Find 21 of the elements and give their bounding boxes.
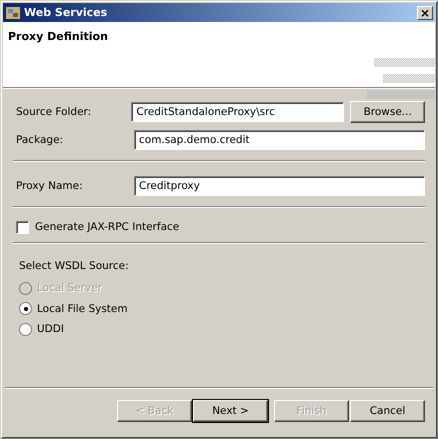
- radio-button[interactable]: [19, 322, 32, 336]
- text-field[interactable]: com.sap.demo.credit: [134, 130, 425, 150]
- wizard-button[interactable]: Next >: [193, 400, 268, 422]
- text-field[interactable]: Creditproxy: [134, 176, 425, 196]
- field-label: Proxy Name:: [15, 180, 84, 192]
- checkbox[interactable]: [16, 220, 29, 234]
- radio-label: Local File System: [37, 302, 128, 315]
- window-title: Web Services: [24, 6, 108, 19]
- radio-label: UDDI: [37, 323, 64, 336]
- wizard-button[interactable]: Cancel: [350, 400, 425, 422]
- checkbox-label: Generate JAX-RPC Interface: [35, 221, 180, 233]
- text-field[interactable]: CreditStandaloneProxy\src: [131, 102, 344, 122]
- browse-button[interactable]: Browse...: [350, 101, 425, 123]
- group-label: Select WSDL Source:: [19, 260, 130, 272]
- close-button[interactable]: ×: [417, 6, 433, 20]
- page-title: Proxy Definition: [8, 30, 108, 45]
- app-icon: [5, 4, 21, 20]
- banner-drawing: [367, 58, 435, 102]
- radio-button[interactable]: [19, 302, 32, 316]
- field-label: Package:: [15, 134, 64, 146]
- field-label: Source Folder:: [15, 106, 92, 118]
